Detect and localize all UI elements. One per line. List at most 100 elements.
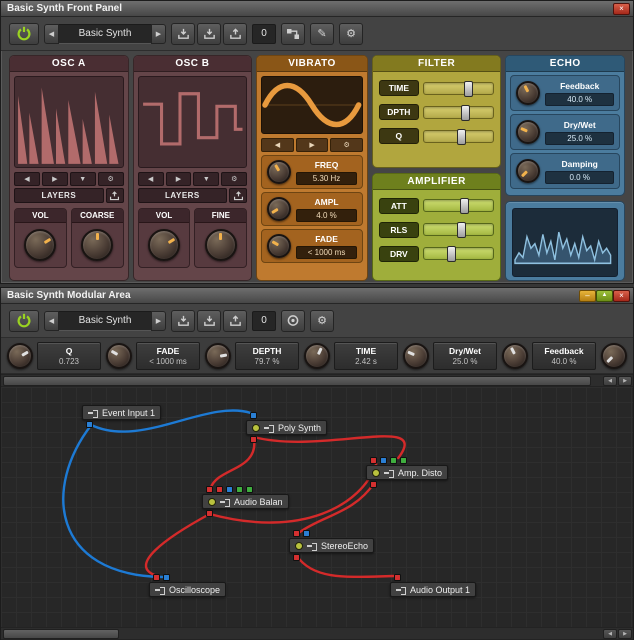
param-q-box[interactable]: Q 0.723 [37, 341, 101, 370]
module-audio-output-1[interactable]: Audio Output 1 [390, 574, 477, 597]
audio-port-icon[interactable] [293, 530, 300, 537]
param-time-knob[interactable] [304, 342, 330, 369]
scroll-right-icon[interactable]: ▶ [618, 376, 632, 386]
osc-b-wave-menu-button[interactable]: ▼ [193, 172, 220, 186]
scrollbar-handle[interactable] [3, 629, 119, 639]
param-drywet-knob[interactable] [403, 342, 429, 369]
audio-port-icon[interactable] [216, 486, 223, 493]
osc-a-coarse-knob[interactable] [81, 229, 114, 261]
audio-port-icon[interactable] [394, 574, 401, 581]
osc-b-wave-settings-button[interactable]: ⚙ [221, 172, 248, 186]
scroll-left-icon[interactable]: ◀ [603, 629, 617, 639]
preset-name-display[interactable]: Basic Synth [59, 310, 151, 331]
amp-att-slider[interactable] [422, 198, 495, 215]
osc-a-wave-menu-button[interactable]: ▼ [69, 172, 96, 186]
module-oscilloscope[interactable]: Oscilloscope [149, 574, 227, 597]
audio-port-icon[interactable] [370, 481, 377, 488]
event-port-icon[interactable] [86, 421, 93, 428]
osc-a-prev-wave-button[interactable]: ◀ [14, 172, 40, 186]
maximize-icon[interactable]: ▲ [596, 289, 613, 302]
preset-prev-button[interactable]: ◀ [44, 310, 59, 331]
echo-drywet-knob[interactable] [516, 120, 541, 144]
audio-port-icon[interactable] [206, 510, 213, 517]
scroll-right-icon[interactable]: ▶ [618, 629, 632, 639]
echo-damping-value[interactable]: 0.0 % [545, 170, 614, 184]
module-amp-disto[interactable]: Amp. Disto [366, 457, 449, 488]
event-port-icon[interactable] [226, 486, 233, 493]
vibrato-prev-wave-button[interactable]: ◀ [261, 138, 294, 152]
vibrato-wave-settings-button[interactable]: ⚙ [330, 138, 363, 152]
param-port-icon[interactable] [390, 457, 397, 464]
module-event-input-1[interactable]: Event Input 1 [82, 405, 162, 428]
param-drywet-box[interactable]: Dry/Wet 25.0 % [433, 341, 497, 370]
preset-import-button[interactable] [171, 22, 195, 45]
module-body[interactable]: StereoEcho [289, 538, 375, 553]
minimize-icon[interactable]: – [579, 289, 596, 302]
preset-save-button[interactable] [197, 22, 221, 45]
modular-top-scrollbar[interactable]: ◀ ▶ [1, 374, 633, 387]
osc-a-wave-settings-button[interactable]: ⚙ [97, 172, 124, 186]
param-feedback-box[interactable]: Feedback 40.0 % [532, 341, 596, 370]
preset-save-button[interactable] [197, 309, 221, 332]
close-icon[interactable]: × [613, 289, 630, 302]
scroll-left-icon[interactable]: ◀ [603, 376, 617, 386]
osc-a-next-wave-button[interactable]: ▶ [41, 172, 68, 186]
echo-drywet-value[interactable]: 25.0 % [545, 131, 614, 145]
module-stereo-echo[interactable]: StereoEcho [289, 530, 375, 561]
module-body[interactable]: Oscilloscope [149, 582, 227, 597]
event-port-icon[interactable] [250, 412, 257, 419]
param-q-knob[interactable] [7, 342, 33, 369]
vibrato-freq-value[interactable]: 5.30 Hz [296, 171, 357, 185]
preset-import-button[interactable] [171, 309, 195, 332]
front-panel-titlebar[interactable]: Basic Synth Front Panel × [1, 1, 633, 17]
slider-handle[interactable] [464, 80, 474, 97]
audio-port-icon[interactable] [250, 436, 257, 443]
module-audio-balan[interactable]: Audio Balan [202, 486, 289, 517]
audio-port-icon[interactable] [206, 486, 213, 493]
osc-a-layers-popup-button[interactable] [105, 188, 124, 203]
module-body[interactable]: Amp. Disto [366, 465, 449, 480]
filter-q-slider[interactable] [422, 128, 495, 145]
vibrato-fade-knob[interactable] [267, 234, 292, 258]
event-port-icon[interactable] [163, 574, 170, 581]
scrollbar-handle[interactable] [3, 376, 591, 386]
slider-handle[interactable] [456, 222, 466, 239]
slider-handle[interactable] [457, 128, 467, 145]
echo-damping-knob[interactable] [516, 159, 541, 183]
osc-a-layers-button[interactable]: LAYERS [14, 188, 104, 203]
preset-prev-button[interactable]: ◀ [44, 23, 59, 44]
preset-next-button[interactable]: ▶ [151, 23, 166, 44]
preset-export-button[interactable] [223, 309, 247, 332]
vibrato-fade-value[interactable]: < 1000 ms [296, 245, 357, 259]
power-button[interactable] [9, 309, 39, 332]
filter-dpth-slider[interactable] [422, 104, 495, 121]
module-body[interactable]: Poly Synth [246, 420, 328, 435]
param-port-icon[interactable] [236, 486, 243, 493]
modular-bottom-scrollbar[interactable]: ◀ ▶ [1, 627, 633, 640]
edit-button[interactable]: ✎ [310, 22, 334, 45]
param-port-icon[interactable] [246, 486, 253, 493]
osc-b-vol-knob[interactable] [148, 229, 181, 261]
audio-port-icon[interactable] [153, 574, 160, 581]
settings-button[interactable]: ⚙ [310, 309, 334, 332]
osc-b-layers-popup-button[interactable] [229, 188, 248, 203]
osc-b-layers-button[interactable]: LAYERS [137, 188, 228, 203]
vibrato-waveform-display[interactable] [261, 76, 363, 134]
amp-rls-slider[interactable] [422, 222, 495, 239]
osc-b-fine-knob[interactable] [204, 229, 237, 261]
amp-drv-slider[interactable] [422, 246, 495, 263]
param-time-box[interactable]: TIME 2.42 s [334, 341, 398, 370]
param-feedback-knob[interactable] [502, 342, 528, 369]
slider-handle[interactable] [460, 198, 470, 215]
param-port-icon[interactable] [400, 457, 407, 464]
preset-next-button[interactable]: ▶ [151, 310, 166, 331]
osc-a-vol-knob[interactable] [24, 229, 57, 261]
preset-number-display[interactable]: 0 [252, 23, 276, 44]
module-body[interactable]: Event Input 1 [82, 405, 162, 420]
param-depth-box[interactable]: DEPTH 79.7 % [235, 341, 299, 370]
osc-b-prev-wave-button[interactable]: ◀ [137, 172, 164, 186]
osc-a-waveform-display[interactable] [14, 76, 124, 168]
vibrato-ampl-knob[interactable] [267, 197, 292, 221]
module-poly-synth[interactable]: Poly Synth [246, 412, 328, 443]
modular-graph-canvas[interactable]: Event Input 1 Poly Synth Amp. Disto Audi… [1, 387, 633, 627]
